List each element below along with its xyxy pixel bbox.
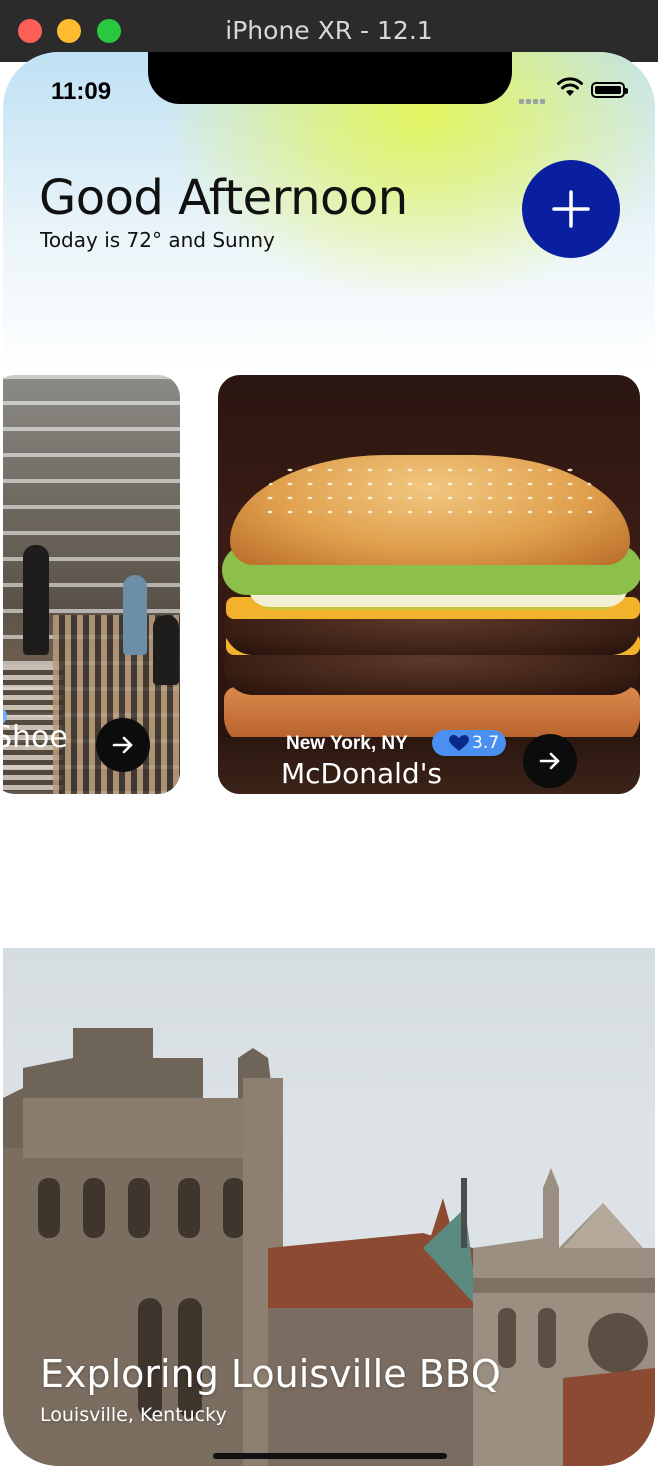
card-image-person [153, 615, 179, 685]
rating-badge: 3.7 [432, 730, 506, 756]
weather-subtitle: Today is 72° and Sunny [40, 228, 275, 252]
featured-card[interactable]: Exploring Louisville BBQ Louisville, Ken… [3, 948, 655, 1466]
phone-screen: 11:09 Good Afternoon Today is 72° and Su… [3, 52, 655, 1466]
add-button[interactable] [522, 160, 620, 258]
card-image-person [23, 545, 49, 655]
card-title: Shoe [3, 720, 68, 755]
card-title: McDonald's [281, 757, 442, 790]
plus-icon [552, 190, 590, 228]
arrow-right-icon [539, 752, 560, 770]
battery-icon [591, 82, 628, 98]
card-image-burger [230, 455, 630, 565]
home-indicator[interactable] [213, 1453, 447, 1459]
open-card-button[interactable] [523, 734, 577, 788]
device-notch [148, 52, 512, 104]
featured-subtitle: Louisville, Kentucky [40, 1404, 227, 1426]
card-location: New York, NY [286, 733, 408, 754]
rating-value: 3.7 [472, 733, 500, 753]
wifi-icon [557, 77, 583, 96]
greeting-title: Good Afternoon [39, 170, 408, 226]
open-card-button[interactable] [96, 718, 150, 772]
cellular-signal-icon [519, 86, 553, 104]
place-card-shoe[interactable]: Shoe [3, 375, 180, 794]
arrow-right-icon [112, 736, 133, 754]
window-title: iPhone XR - 12.1 [225, 16, 433, 45]
status-time: 11:09 [51, 78, 112, 105]
heart-icon [449, 735, 469, 751]
featured-title: Exploring Louisville BBQ [40, 1352, 501, 1396]
card-image-person [123, 575, 147, 655]
place-card-mcdonalds[interactable]: New York, NY 3.7 McDonald's [218, 375, 640, 794]
